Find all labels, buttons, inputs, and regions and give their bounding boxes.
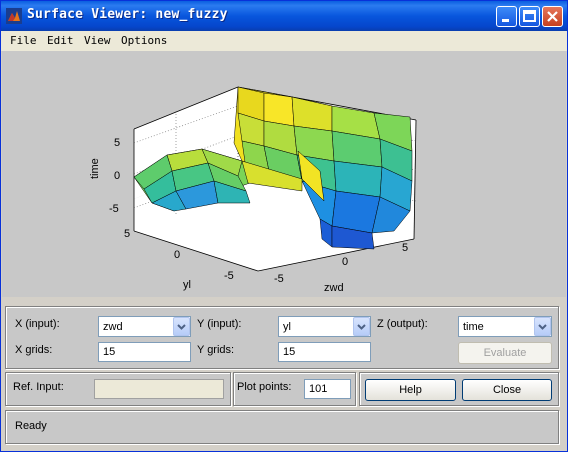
close-icon [547,11,558,22]
y-axis-label: yl [183,279,191,291]
evaluate-button[interactable]: Evaluate [458,342,552,364]
plot-points-label: Plot points: [237,381,292,393]
z-output-label: Z (output): [377,318,428,330]
surface-plot[interactable]: 5 0 -5 5 0 -5 -5 0 5 time yl zwd [2,51,566,297]
chevron-down-icon [173,317,190,336]
z-tick: -5 [109,203,119,215]
y-tick: 5 [124,228,130,240]
x-grids-field[interactable]: 15 [98,342,191,362]
maximize-button[interactable] [519,6,540,27]
help-button[interactable]: Help [365,379,456,401]
z-tick: 0 [114,170,120,182]
y-grids-field[interactable]: 15 [278,342,371,362]
close-window-button[interactable] [542,6,563,27]
z-output-select[interactable]: time [458,316,552,337]
plot-points-field[interactable]: 101 [304,379,351,399]
maximize-icon [523,10,536,22]
menu-file[interactable]: File [10,34,37,47]
y-tick: 0 [174,249,180,261]
close-button[interactable]: Close [462,379,552,401]
x-grids-label: X grids: [15,344,53,356]
z-axis-label: time [89,158,101,179]
plot-area: 5 0 -5 5 0 -5 -5 0 5 time yl zwd [2,51,566,297]
x-tick: -5 [274,273,284,285]
status-panel [5,410,559,444]
menu-options[interactable]: Options [121,34,167,47]
menu-bar: File Edit View Options [1,31,567,51]
minimize-button[interactable] [496,6,517,27]
chevron-down-icon [534,317,551,336]
y-grids-label: Y grids: [197,344,235,356]
x-axis-label: zwd [324,282,344,294]
surface-viewer-window: Surface Viewer: new_fuzzy File Edit View… [0,0,568,452]
window-title: Surface Viewer: new_fuzzy [27,7,228,22]
chevron-down-icon [353,317,370,336]
x-input-label: X (input): [15,318,60,330]
menu-view[interactable]: View [84,34,111,47]
matlab-icon [6,8,22,24]
status-text: Ready [15,420,47,432]
ref-input-field[interactable] [94,379,224,399]
y-tick: -5 [224,270,234,282]
ref-input-label: Ref. Input: [13,381,64,393]
x-input-select[interactable]: zwd [98,316,191,337]
minimize-icon [502,19,509,22]
z-tick: 5 [114,137,120,149]
menu-edit[interactable]: Edit [47,34,74,47]
x-tick: 0 [342,256,348,268]
title-bar[interactable]: Surface Viewer: new_fuzzy [1,1,567,31]
y-input-select[interactable]: yl [278,316,371,337]
y-input-label: Y (input): [197,318,242,330]
x-tick: 5 [402,242,408,254]
